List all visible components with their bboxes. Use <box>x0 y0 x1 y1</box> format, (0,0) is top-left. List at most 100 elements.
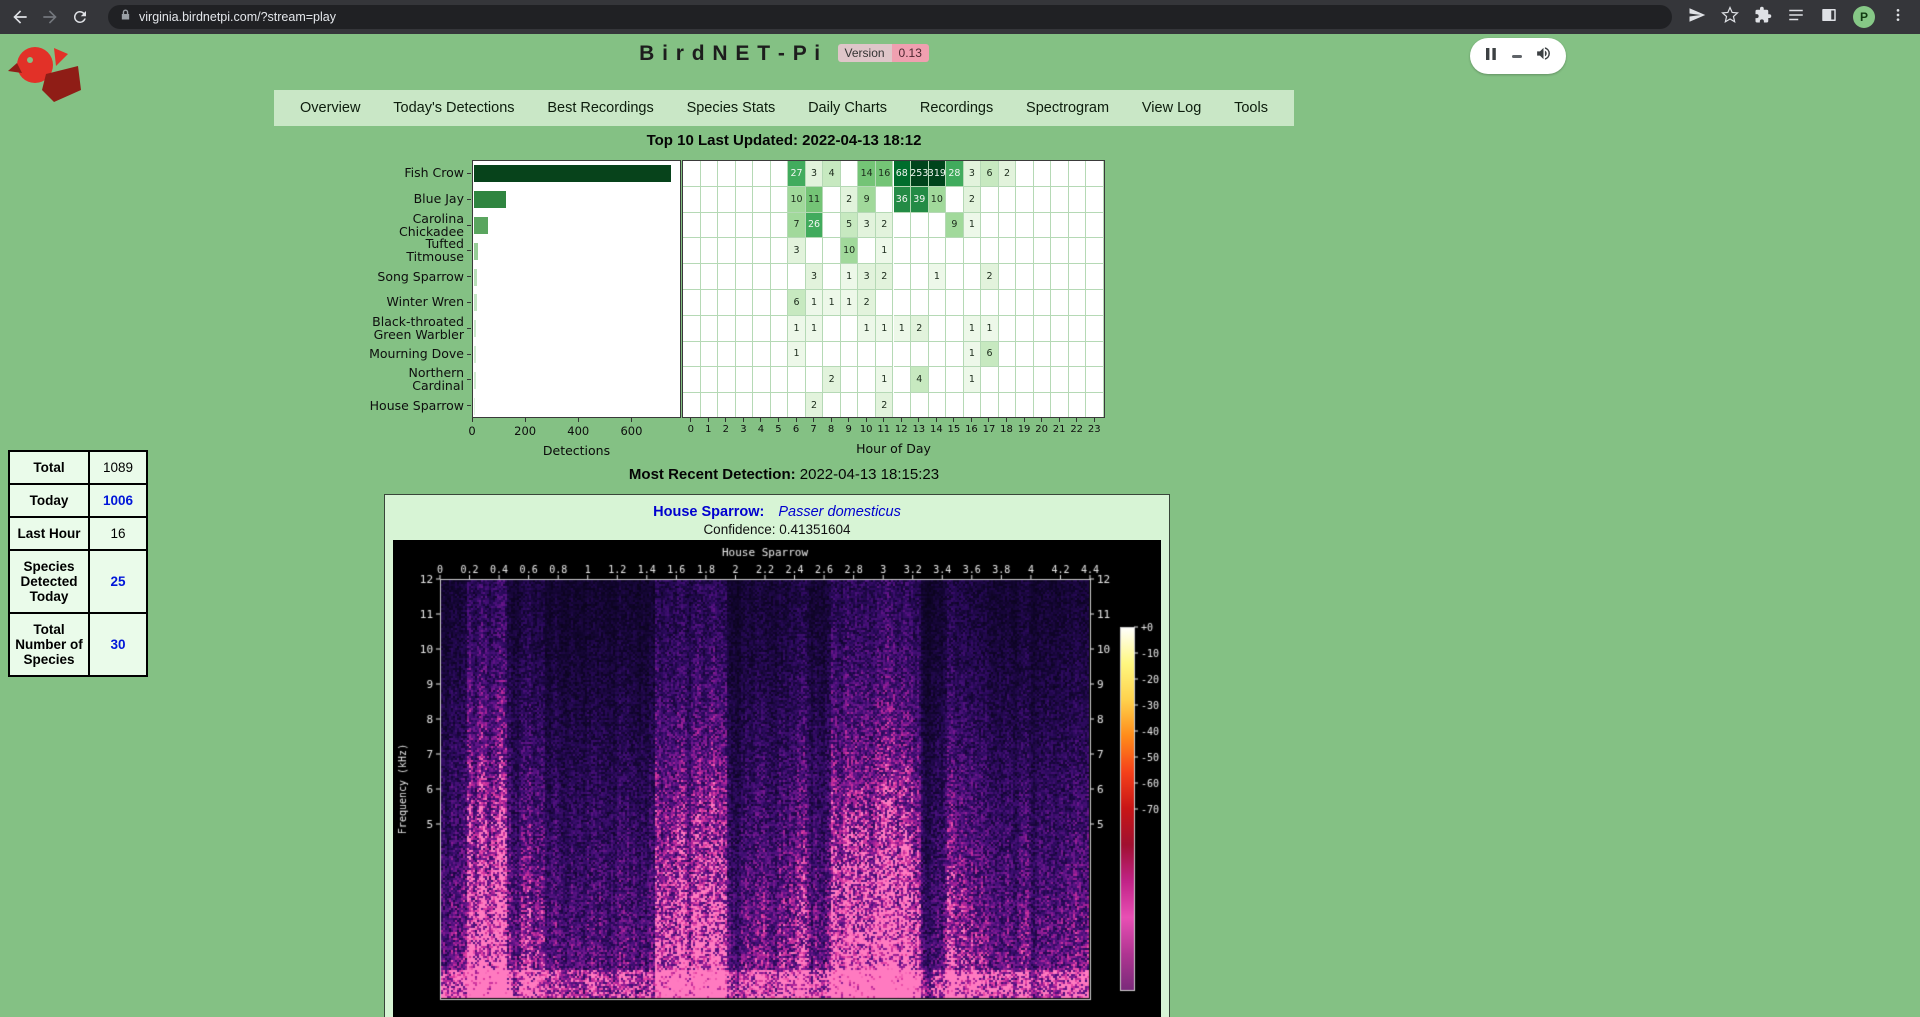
heatmap-cell <box>823 213 841 239</box>
stat-link[interactable]: 30 <box>110 637 125 652</box>
heatmap-cell <box>1051 342 1069 368</box>
reload-icon[interactable] <box>68 5 92 29</box>
heatmap-cell: 6 <box>981 342 999 368</box>
heatmap-cell: 3 <box>806 161 824 187</box>
heatmap-cell: 2 <box>876 264 894 290</box>
heatmap-cell <box>999 316 1017 342</box>
heatmap-cell <box>1034 342 1052 368</box>
detection-species[interactable]: House Sparrow: <box>653 504 764 520</box>
profile-avatar[interactable]: P <box>1853 6 1875 28</box>
heatmap-cell <box>806 342 824 368</box>
stat-label: Total Number of Species <box>9 613 89 676</box>
heatmap-cell <box>964 238 982 264</box>
heatmap-cell <box>1069 213 1087 239</box>
heatmap-cell <box>1016 342 1034 368</box>
heatmap-cell: 16 <box>876 161 894 187</box>
heatmap-cell <box>753 238 771 264</box>
heatmap-cell: 1 <box>788 316 806 342</box>
heatmap-cell <box>876 187 894 213</box>
nav-item-overview[interactable]: Overview <box>290 92 370 124</box>
version-badge-value: 0.13 <box>892 44 929 62</box>
heatmap-cell: 1 <box>858 316 876 342</box>
heatmap-cell: 3 <box>806 264 824 290</box>
species-label: Northern Cardinal <box>369 366 464 392</box>
nav-item-daily-charts[interactable]: Daily Charts <box>798 92 897 124</box>
stat-link[interactable]: 1006 <box>103 493 133 508</box>
hour-axis-tick <box>883 418 884 422</box>
heatmap-cell: 7 <box>788 213 806 239</box>
bookmark-star-icon[interactable] <box>1721 6 1739 29</box>
heatmap-cell <box>894 264 912 290</box>
bar-axis-tick-label: 0 <box>457 424 487 438</box>
heatmap-cell <box>1034 367 1052 393</box>
heatmap-cell: 1 <box>823 290 841 316</box>
hour-axis-tick <box>1094 418 1095 422</box>
heatmap-cell <box>736 316 754 342</box>
heatmap-cell <box>946 187 964 213</box>
heatmap-cell <box>701 342 719 368</box>
heatmap-cell: 1 <box>964 316 982 342</box>
y-axis-tick <box>467 328 471 329</box>
heatmap-cell <box>823 238 841 264</box>
nav-item-best-recordings[interactable]: Best Recordings <box>537 92 663 124</box>
nav-item-today-s-detections[interactable]: Today's Detections <box>383 92 524 124</box>
send-icon[interactable] <box>1688 6 1706 29</box>
heatmap-cell <box>999 238 1017 264</box>
heatmap-cell <box>1016 187 1034 213</box>
main-content: B i r d N E T - P i Version 0.13 Overvie… <box>0 34 1568 1017</box>
heatmap-cell <box>718 342 736 368</box>
birdnetpi-page: B i r d N E T - P i Version 0.13 Overvie… <box>0 34 1920 1017</box>
y-axis-tick <box>467 225 471 226</box>
nav-item-view-log[interactable]: View Log <box>1132 92 1211 124</box>
heatmap-cell <box>858 238 876 264</box>
nav-item-species-stats[interactable]: Species Stats <box>677 92 786 124</box>
heatmap-cell <box>1034 290 1052 316</box>
stat-label: Total <box>9 451 89 484</box>
heatmap-cell <box>946 393 964 418</box>
hour-axis-tick <box>866 418 867 422</box>
heatmap-cell <box>701 393 719 418</box>
heatmap-cell: 1 <box>841 290 859 316</box>
heatmap-cell: 1 <box>841 264 859 290</box>
heatmap-cell <box>771 213 789 239</box>
heatmap-cell <box>981 290 999 316</box>
heatmap-cell <box>876 290 894 316</box>
menu-dots-icon[interactable] <box>1890 7 1906 28</box>
heatmap-cell <box>1069 161 1087 187</box>
heatmap-cell <box>823 342 841 368</box>
species-label: Tufted Titmouse <box>369 237 464 263</box>
extensions-icon[interactable] <box>1754 6 1772 29</box>
back-icon[interactable] <box>8 5 32 29</box>
heatmap-cell: 1 <box>876 367 894 393</box>
heatmap-cell <box>1051 161 1069 187</box>
reading-list-icon[interactable] <box>1787 6 1805 29</box>
stats-row: Today1006 <box>9 484 147 517</box>
y-axis-tick <box>467 379 471 380</box>
heatmap-cell <box>1034 393 1052 418</box>
heatmap-cell: 10 <box>929 187 947 213</box>
nav-item-tools[interactable]: Tools <box>1224 92 1278 124</box>
heatmap-cell <box>1069 264 1087 290</box>
nav-item-spectrogram[interactable]: Spectrogram <box>1016 92 1119 124</box>
heatmap-cell <box>911 238 929 264</box>
heatmap-cell <box>1016 238 1034 264</box>
side-panel-icon[interactable] <box>1820 6 1838 29</box>
heatmap-cell: 1 <box>929 264 947 290</box>
heatmap-cell <box>981 213 999 239</box>
heatmap-cell <box>1069 187 1087 213</box>
heatmap-cell <box>683 367 701 393</box>
version-badge-label: Version <box>838 44 892 62</box>
heatmap-cell: 10 <box>788 187 806 213</box>
heatmap-cell: 9 <box>858 187 876 213</box>
heatmap-cell <box>911 264 929 290</box>
address-bar[interactable]: virginia.birdnetpi.com/?stream=play <box>108 5 1672 29</box>
stat-value: 16 <box>89 517 147 550</box>
heatmap-cell <box>964 290 982 316</box>
heatmap-cell <box>964 264 982 290</box>
heatmap-cell <box>1086 264 1104 290</box>
nav-item-recordings[interactable]: Recordings <box>910 92 1003 124</box>
forward-icon[interactable] <box>38 5 62 29</box>
heatmap-cell <box>964 393 982 418</box>
stat-link[interactable]: 25 <box>110 574 125 589</box>
heatmap-cell: 26 <box>806 213 824 239</box>
